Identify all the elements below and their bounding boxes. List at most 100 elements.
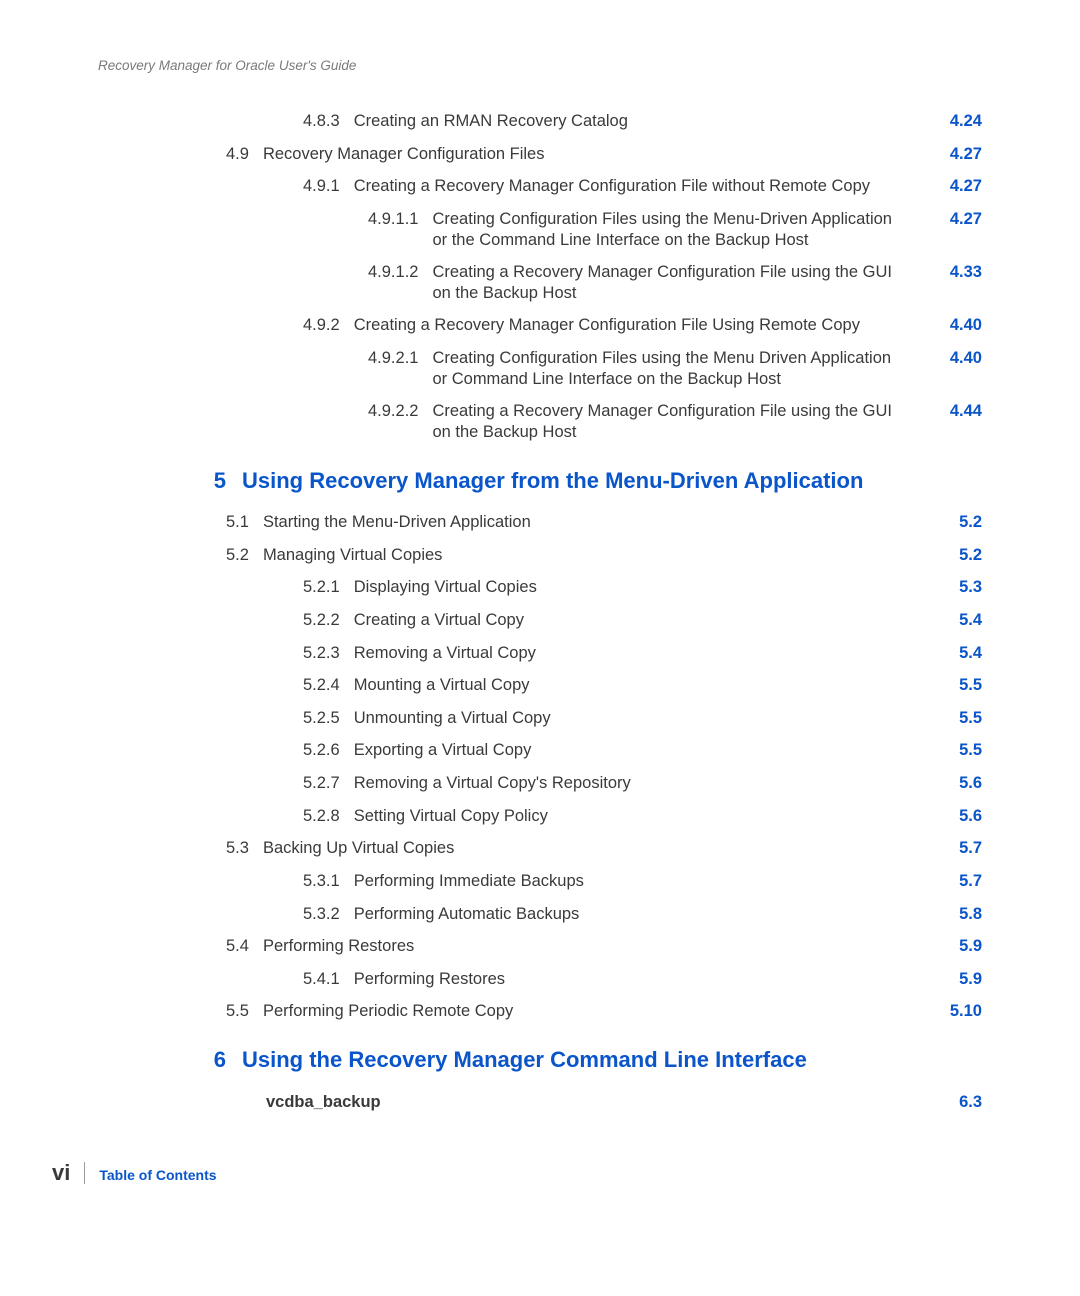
toc-entry-label: Removing a Virtual Copy xyxy=(354,643,922,664)
toc-entry-page: 5.8 xyxy=(922,904,982,925)
toc-entry-page: 5.10 xyxy=(922,1001,982,1022)
toc-entry-label: Mounting a Virtual Copy xyxy=(354,675,922,696)
toc-entry[interactable]: 4.9.2Creating a Recovery Manager Configu… xyxy=(98,315,982,336)
toc-entry[interactable]: 5.2.8Setting Virtual Copy Policy5.6 xyxy=(98,806,982,827)
toc-entry-number: 5.3.2 xyxy=(303,904,354,925)
toc-entry-number: 5.3 xyxy=(226,838,263,859)
toc-entry[interactable]: 5.3.2Performing Automatic Backups5.8 xyxy=(98,904,982,925)
toc-entry-number: 5.3.1 xyxy=(303,871,354,892)
toc-entry-number: 4.8.3 xyxy=(303,111,354,132)
toc-entry[interactable]: 5.3.1Performing Immediate Backups5.7 xyxy=(98,871,982,892)
toc-entry-number: 5.2.5 xyxy=(303,708,354,729)
toc-entry-number: 5.2 xyxy=(226,545,263,566)
document-page: Recovery Manager for Oracle User's Guide… xyxy=(0,0,1080,1296)
toc-entry-label: Unmounting a Virtual Copy xyxy=(354,708,922,729)
toc-entry-page: 5.6 xyxy=(922,773,982,794)
toc-entry-number: 5.2.8 xyxy=(303,806,354,827)
toc-entry[interactable]: 4.9.2.1Creating Configuration Files usin… xyxy=(98,348,982,389)
toc-entry[interactable]: 5.2.3Removing a Virtual Copy5.4 xyxy=(98,643,982,664)
toc-entry-label: Performing Restores xyxy=(354,969,922,990)
toc-entry-label: Performing Restores xyxy=(263,936,922,957)
page-footer: vi Table of Contents xyxy=(52,1160,217,1186)
toc-entry-number: 5.2.2 xyxy=(303,610,354,631)
toc-entry[interactable]: 5.2.6Exporting a Virtual Copy5.5 xyxy=(98,740,982,761)
toc-entry-page: 5.5 xyxy=(922,740,982,761)
table-of-contents: 4.8.3Creating an RMAN Recovery Catalog4.… xyxy=(98,111,982,1112)
toc-entry-label: Displaying Virtual Copies xyxy=(354,577,922,598)
toc-chapter-number: 6 xyxy=(194,1046,226,1074)
toc-entry-page: 5.5 xyxy=(922,675,982,696)
toc-entry-number: 5.2.4 xyxy=(303,675,354,696)
toc-chapter[interactable]: 6Using the Recovery Manager Command Line… xyxy=(98,1046,982,1074)
toc-entry[interactable]: 5.1Starting the Menu-Driven Application5… xyxy=(98,512,982,533)
toc-entry-label: Creating Configuration Files using the M… xyxy=(432,348,922,389)
toc-entry[interactable]: 4.9.2.2Creating a Recovery Manager Confi… xyxy=(98,401,982,442)
toc-entry-page: 5.4 xyxy=(922,643,982,664)
toc-entry-page: 5.9 xyxy=(922,936,982,957)
toc-entry[interactable]: 5.2Managing Virtual Copies5.2 xyxy=(98,545,982,566)
toc-entry[interactable]: 5.4Performing Restores5.9 xyxy=(98,936,982,957)
toc-entry-number: 4.9.1 xyxy=(303,176,354,197)
toc-entry[interactable]: 5.3Backing Up Virtual Copies5.7 xyxy=(98,838,982,859)
running-header: Recovery Manager for Oracle User's Guide xyxy=(98,58,982,73)
toc-entry-page: 5.4 xyxy=(922,610,982,631)
toc-chapter-number: 5 xyxy=(194,467,226,495)
toc-entry-label: Creating a Recovery Manager Configuratio… xyxy=(432,262,922,303)
toc-entry-page: 4.27 xyxy=(922,176,982,197)
toc-entry-label: Creating a Virtual Copy xyxy=(354,610,922,631)
toc-entry-label: Creating a Recovery Manager Configuratio… xyxy=(354,315,922,336)
toc-entry[interactable]: 5.2.1Displaying Virtual Copies5.3 xyxy=(98,577,982,598)
toc-entry-page: 5.3 xyxy=(922,577,982,598)
toc-entry[interactable]: 4.8.3Creating an RMAN Recovery Catalog4.… xyxy=(98,111,982,132)
toc-entry-label: Backing Up Virtual Copies xyxy=(263,838,922,859)
toc-entry-label: Exporting a Virtual Copy xyxy=(354,740,922,761)
toc-entry[interactable]: 5.2.5Unmounting a Virtual Copy5.5 xyxy=(98,708,982,729)
toc-entry-number: 5.2.1 xyxy=(303,577,354,598)
toc-entry[interactable]: 4.9.1Creating a Recovery Manager Configu… xyxy=(98,176,982,197)
toc-entry-page: 5.2 xyxy=(922,512,982,533)
toc-entry-page: 4.40 xyxy=(922,348,982,369)
toc-entry-page: 4.40 xyxy=(922,315,982,336)
toc-entry-label: Creating Configuration Files using the M… xyxy=(432,209,922,250)
toc-entry-number: 5.2.6 xyxy=(303,740,354,761)
toc-entry[interactable]: vcdba_backup6.3 xyxy=(98,1092,982,1113)
toc-entry-number: 5.2.3 xyxy=(303,643,354,664)
toc-entry-page: 4.33 xyxy=(922,262,982,283)
toc-chapter-title: Using the Recovery Manager Command Line … xyxy=(226,1046,807,1074)
toc-entry-label: Setting Virtual Copy Policy xyxy=(354,806,922,827)
toc-entry-page: 4.44 xyxy=(922,401,982,422)
toc-entry-label: Performing Periodic Remote Copy xyxy=(263,1001,922,1022)
toc-entry-page: 4.27 xyxy=(922,144,982,165)
toc-entry-label: Creating a Recovery Manager Configuratio… xyxy=(432,401,922,442)
toc-entry-label: Performing Automatic Backups xyxy=(354,904,922,925)
toc-entry-label: Removing a Virtual Copy's Repository xyxy=(354,773,922,794)
toc-entry-number: 5.4.1 xyxy=(303,969,354,990)
toc-entry-page: 5.9 xyxy=(922,969,982,990)
toc-entry-page: 4.24 xyxy=(922,111,982,132)
toc-entry-label: Starting the Menu-Driven Application xyxy=(263,512,922,533)
toc-entry-page: 6.3 xyxy=(922,1092,982,1113)
toc-entry[interactable]: 4.9Recovery Manager Configuration Files4… xyxy=(98,144,982,165)
toc-entry-number: 4.9.2.1 xyxy=(368,348,432,369)
toc-entry[interactable]: 5.2.2Creating a Virtual Copy5.4 xyxy=(98,610,982,631)
toc-entry[interactable]: 4.9.1.2Creating a Recovery Manager Confi… xyxy=(98,262,982,303)
footer-divider xyxy=(84,1162,85,1184)
toc-entry-number: 4.9.1.2 xyxy=(368,262,432,283)
toc-entry-number: 4.9.2.2 xyxy=(368,401,432,422)
toc-entry-page: 4.27 xyxy=(922,209,982,230)
toc-entry[interactable]: 5.2.4Mounting a Virtual Copy5.5 xyxy=(98,675,982,696)
page-number: vi xyxy=(52,1160,70,1186)
toc-entry[interactable]: 5.2.7Removing a Virtual Copy's Repositor… xyxy=(98,773,982,794)
toc-entry-number: 5.2.7 xyxy=(303,773,354,794)
toc-entry-number: 4.9.2 xyxy=(303,315,354,336)
toc-entry[interactable]: 4.9.1.1Creating Configuration Files usin… xyxy=(98,209,982,250)
toc-entry-number: 5.1 xyxy=(226,512,263,533)
toc-entry[interactable]: 5.5Performing Periodic Remote Copy5.10 xyxy=(98,1001,982,1022)
toc-entry-label: Managing Virtual Copies xyxy=(263,545,922,566)
toc-entry-number: 5.5 xyxy=(226,1001,263,1022)
toc-chapter[interactable]: 5Using Recovery Manager from the Menu-Dr… xyxy=(98,467,982,495)
toc-entry-page: 5.7 xyxy=(922,871,982,892)
toc-entry-label: Creating a Recovery Manager Configuratio… xyxy=(354,176,922,197)
toc-entry[interactable]: 5.4.1Performing Restores5.9 xyxy=(98,969,982,990)
toc-entry-page: 5.5 xyxy=(922,708,982,729)
